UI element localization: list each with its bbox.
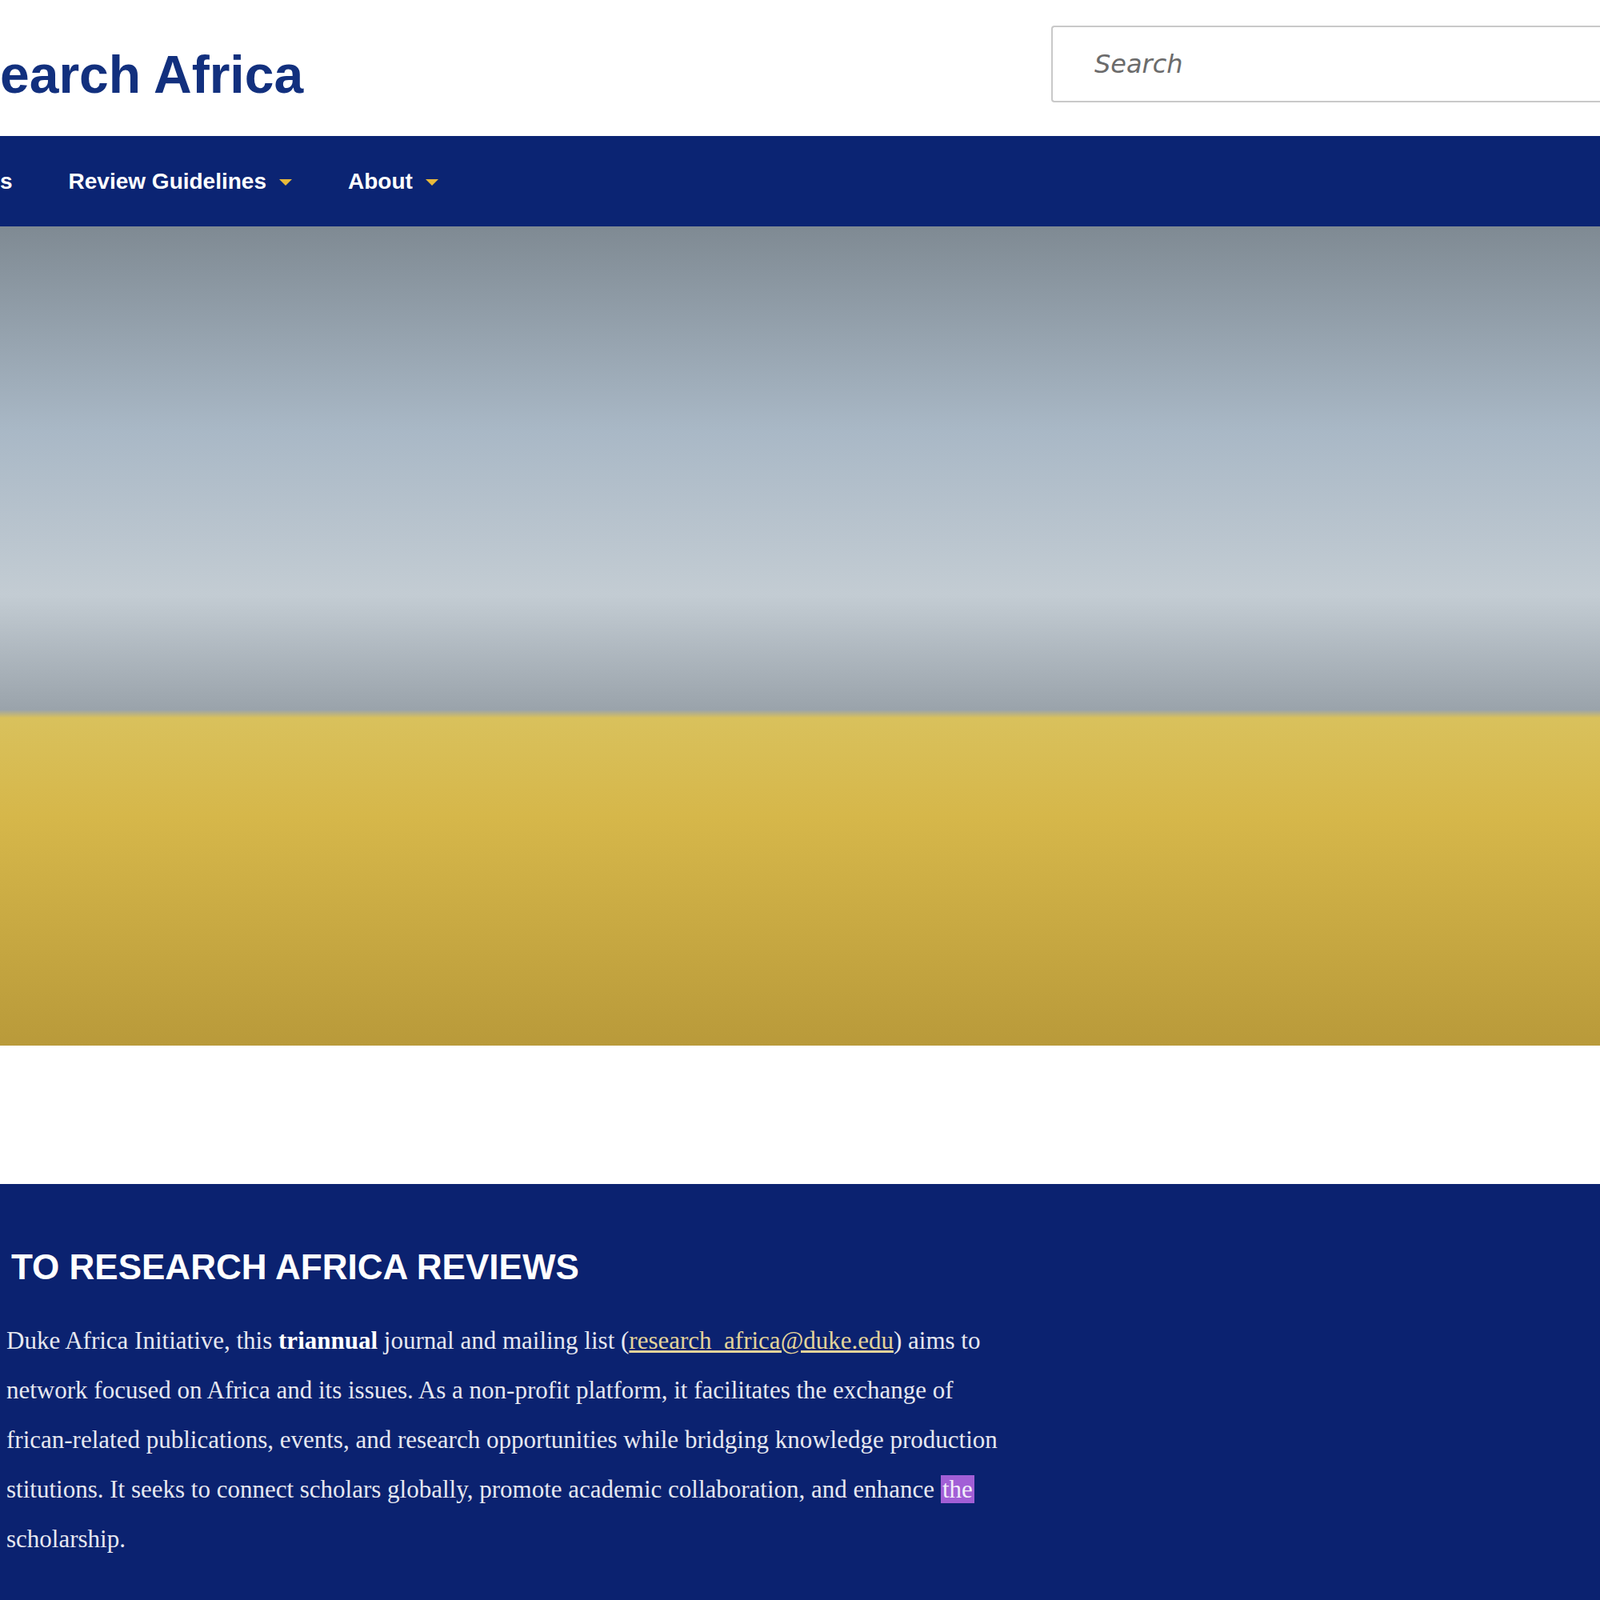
nav-item[interactable]: About [348,168,439,195]
intro-section: TO RESEARCH AFRICA REVIEWS Duke Africa In… [0,1184,1600,1600]
intro-heading: TO RESEARCH AFRICA REVIEWS [11,1246,1600,1289]
search-input[interactable] [1092,48,1560,80]
text: frican-related publications, events, and… [6,1425,998,1454]
intro-paragraph: Duke Africa Initiative, this triannual j… [6,1319,1600,1561]
search-box [1051,25,1600,103]
bold-text: triannual [278,1326,378,1355]
caret-icon [425,179,439,186]
caret-icon [279,179,292,186]
text: ) aims to [893,1326,981,1355]
paragraph-line: frican-related publications, events, and… [6,1418,1600,1462]
site-header: earch Africa [0,0,1600,136]
paragraph-line: network focused on Africa and its issues… [6,1368,1600,1412]
paragraph-line: stitutions. It seeks to connect scholars… [6,1468,1600,1512]
site-title[interactable]: earch Africa [0,43,304,107]
nav-item[interactable]: Review Guidelines [68,168,292,195]
text: stitutions. It seeks to connect scholars… [6,1475,941,1504]
page: earch Africa s Review Guidelines About TO RE… [0,0,1600,1600]
nav-bar: s Review Guidelines About [0,136,1600,227]
paragraph-line: scholarship. [6,1517,1600,1561]
paragraph-line: Duke Africa Initiative, this triannual j… [6,1319,1600,1363]
text: scholarship. [6,1524,126,1553]
text: network focused on Africa and its issues… [6,1376,954,1404]
nav-item[interactable]: s [0,168,13,195]
hero-photo [0,226,1600,1046]
spacer [0,1045,1600,1184]
highlighted-text: the [940,1475,975,1504]
email-link[interactable]: research_africa@duke.edu [628,1326,894,1355]
text: journal and mailing list ( [377,1326,629,1355]
text: Duke Africa Initiative, this [6,1326,279,1355]
